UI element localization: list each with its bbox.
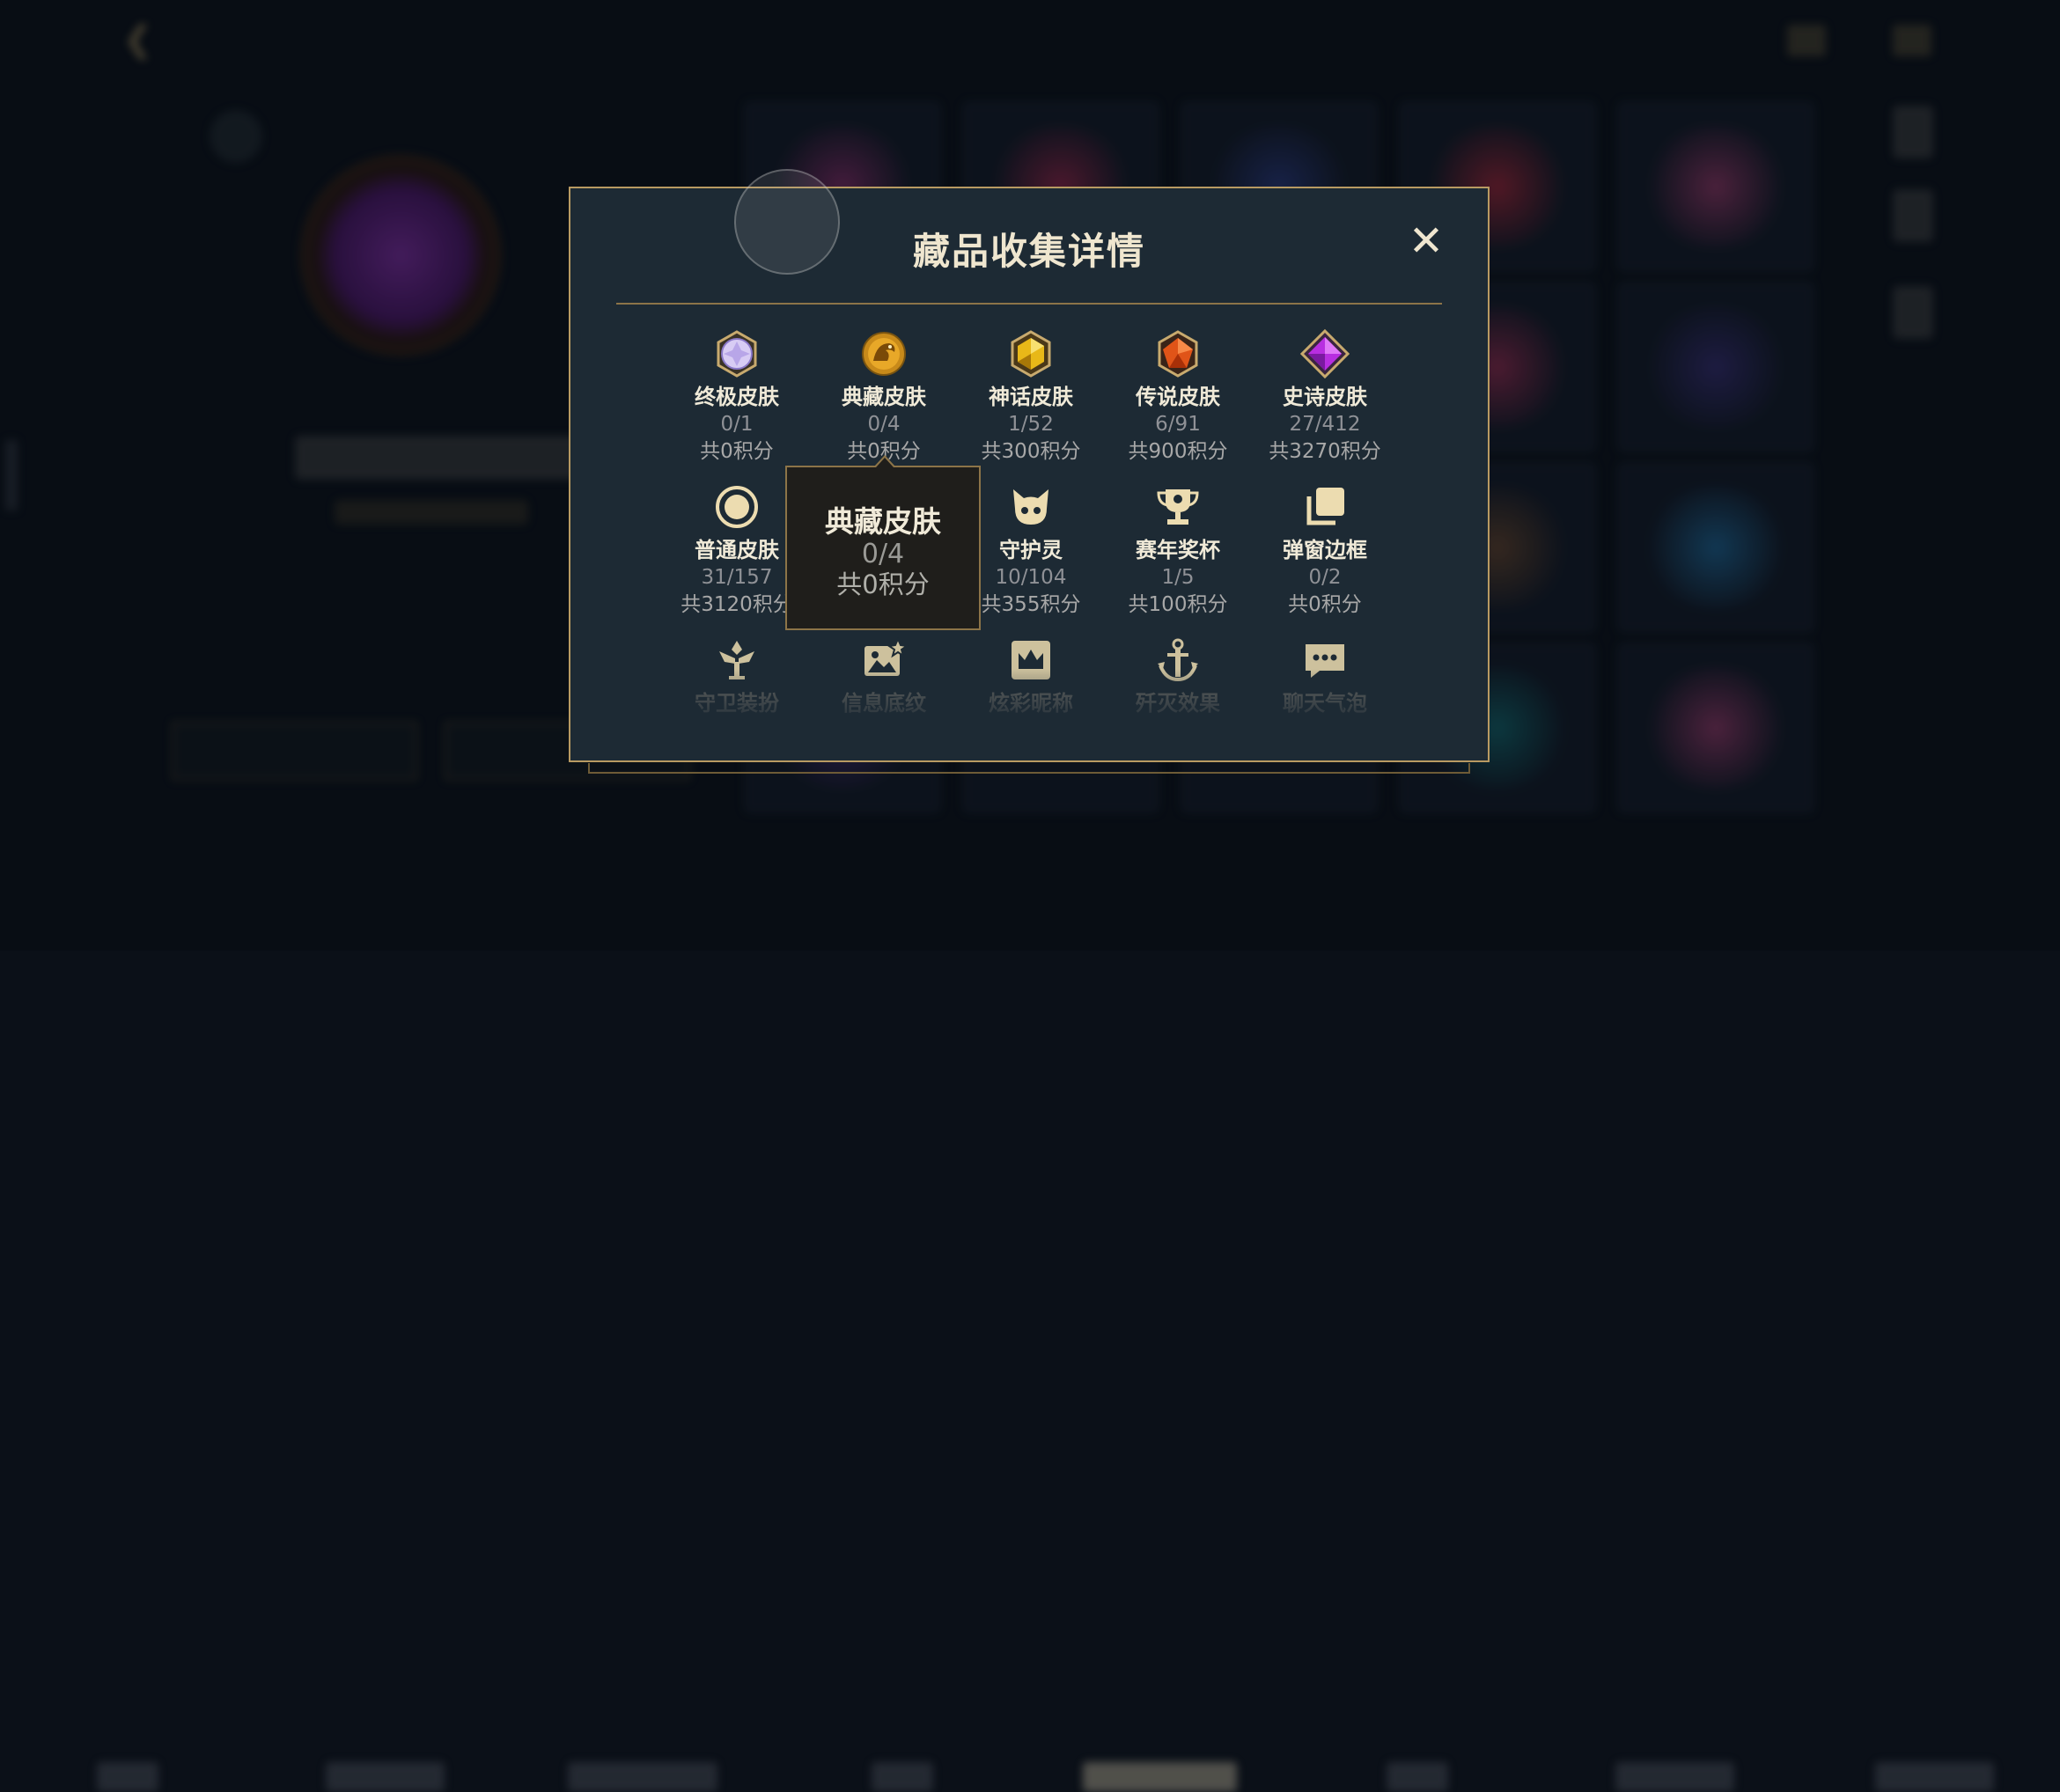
ward-skin-icon: [712, 635, 761, 685]
item-label: 聊天气泡: [1283, 691, 1367, 716]
item-popup-frame[interactable]: 弹窗边框 0/2 共0积分: [1254, 482, 1395, 618]
tooltip-title: 典藏皮肤: [825, 504, 941, 539]
item-points: 共300积分: [981, 440, 1081, 463]
modal-title: 藏品收集详情: [912, 230, 1145, 273]
item-label: 史诗皮肤: [1283, 385, 1367, 409]
mythic-skin-gem-icon: [1006, 329, 1056, 378]
item-label: 神话皮肤: [989, 385, 1073, 409]
item-count: 27/412: [1289, 413, 1361, 436]
info-pattern-icon: [859, 635, 909, 685]
item-points: 共0积分: [1288, 593, 1362, 616]
item-count: 1/5: [1161, 566, 1195, 589]
item-label: 炫彩昵称: [989, 691, 1073, 716]
title-divider: [616, 303, 1442, 305]
item-points: 共3270积分: [1269, 440, 1381, 463]
item-trophy[interactable]: 赛年奖杯 1/5 共100积分: [1107, 482, 1248, 618]
prestige-skin-tooltip: 典藏皮肤 0/4 共0积分: [785, 455, 981, 630]
item-epic-skin[interactable]: 史诗皮肤 27/412 共3270积分: [1254, 328, 1395, 465]
tooltip-count: 0/4: [861, 539, 905, 569]
ultimate-skin-gem-icon: [712, 329, 761, 378]
item-count: 1/52: [1008, 413, 1054, 436]
item-ward-skin[interactable]: 守卫装扮: [666, 635, 807, 716]
item-label: 守护灵: [999, 538, 1063, 562]
item-guardian[interactable]: 守护灵 10/104 共355积分: [960, 482, 1101, 618]
item-chat-bubble[interactable]: 聊天气泡: [1254, 635, 1395, 716]
kill-effect-icon: [1153, 635, 1203, 685]
item-label: 终极皮肤: [695, 385, 779, 409]
item-label: 典藏皮肤: [842, 385, 926, 409]
epic-skin-gem-icon: [1299, 328, 1350, 379]
bottom-tab[interactable]: [568, 1762, 717, 1792]
bottom-tab[interactable]: [1615, 1762, 1734, 1792]
item-ultimate-skin[interactable]: 终极皮肤 0/1 共0积分: [666, 329, 807, 465]
bottom-tab[interactable]: [97, 1762, 158, 1792]
legendary-skin-gem-icon: [1153, 329, 1203, 378]
modal-shadow-frame: [588, 763, 1470, 774]
item-prestige-skin[interactable]: 典藏皮肤 0/4 共0积分: [813, 329, 954, 465]
item-count: 0/1: [720, 413, 754, 436]
item-points: 共355积分: [981, 593, 1081, 616]
item-count: 0/2: [1308, 566, 1342, 589]
colorful-nickname-icon: [1006, 635, 1056, 685]
item-label: 守卫装扮: [695, 691, 779, 716]
item-label: 传说皮肤: [1136, 385, 1220, 409]
item-label: 赛年奖杯: [1136, 538, 1220, 562]
item-legendary-skin[interactable]: 传说皮肤 6/91 共900积分: [1107, 329, 1248, 465]
bottom-tab[interactable]: [1875, 1762, 1994, 1792]
popup-frame-icon: [1300, 482, 1350, 532]
bottom-tab[interactable]: [1387, 1762, 1448, 1792]
item-points: 共0积分: [700, 440, 774, 463]
close-icon[interactable]: ✕: [1407, 220, 1446, 262]
bottom-tab[interactable]: [326, 1762, 445, 1792]
item-kill-effect[interactable]: 歼灭效果: [1107, 635, 1248, 716]
item-label: 信息底纹: [842, 691, 926, 716]
prestige-skin-icon: [859, 329, 909, 378]
tooltip-points: 共0积分: [836, 569, 930, 599]
item-count: 6/91: [1155, 413, 1201, 436]
collection-details-modal: 藏品收集详情 ✕ 终极皮肤 0/1 共0积分 典藏皮肤 0/4 共0积分 神话皮…: [569, 187, 1490, 762]
chat-bubble-icon: [1300, 635, 1350, 685]
common-skin-icon: [712, 482, 761, 532]
item-info-pattern[interactable]: 信息底纹: [813, 635, 954, 716]
item-colorful-nickname[interactable]: 炫彩昵称: [960, 635, 1101, 716]
guardian-pet-icon: [1006, 482, 1056, 532]
bottom-tab[interactable]: [872, 1762, 933, 1792]
item-label: 弹窗边框: [1283, 538, 1367, 562]
item-count: 0/4: [867, 413, 901, 436]
bottom-tab-active[interactable]: [1083, 1762, 1237, 1792]
item-count: 10/104: [995, 566, 1067, 589]
trophy-icon: [1153, 482, 1203, 532]
item-label: 歼灭效果: [1136, 691, 1220, 716]
touch-indicator: [734, 169, 840, 275]
item-points: 共900积分: [1128, 440, 1228, 463]
item-points: 共100积分: [1128, 593, 1228, 616]
item-mythic-skin[interactable]: 神话皮肤 1/52 共300积分: [960, 329, 1101, 465]
